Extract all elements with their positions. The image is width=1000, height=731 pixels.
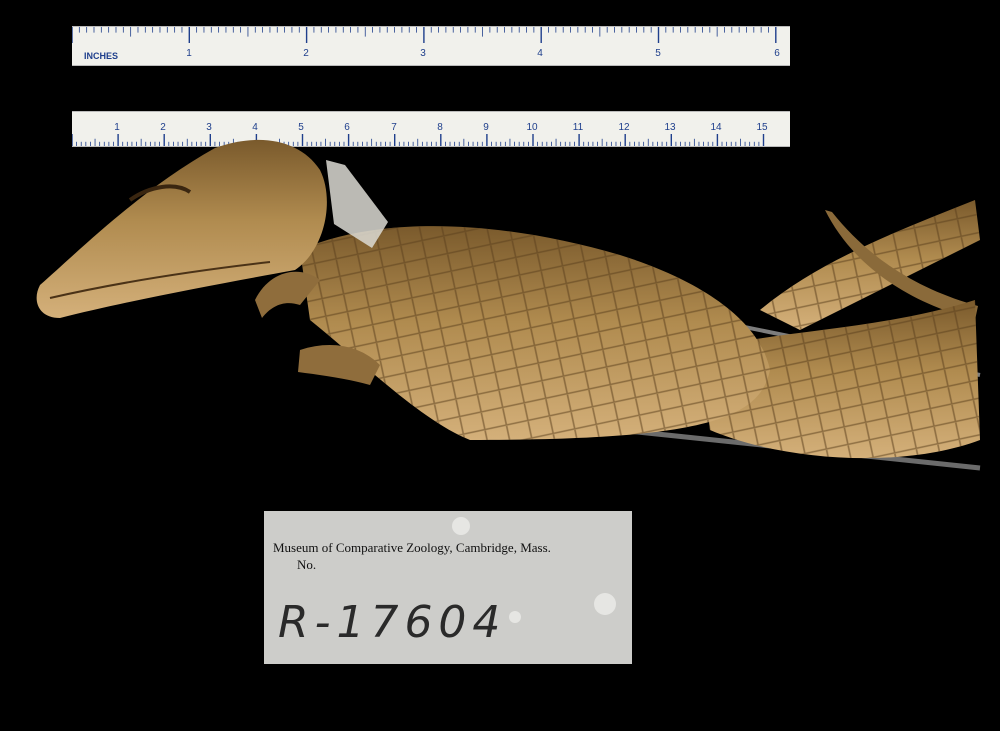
- catalog-label-card: Museum of Comparative Zoology, Cambridge…: [264, 511, 632, 664]
- museum-name-text: Museum of Comparative Zoology, Cambridge…: [273, 540, 551, 555]
- catalog-number-handwritten: R-17604: [278, 597, 507, 648]
- crocodilian-specimen-icon: [36, 139, 981, 471]
- specimen-tag: [326, 160, 388, 248]
- catalog-number-prefix: No.: [297, 557, 317, 572]
